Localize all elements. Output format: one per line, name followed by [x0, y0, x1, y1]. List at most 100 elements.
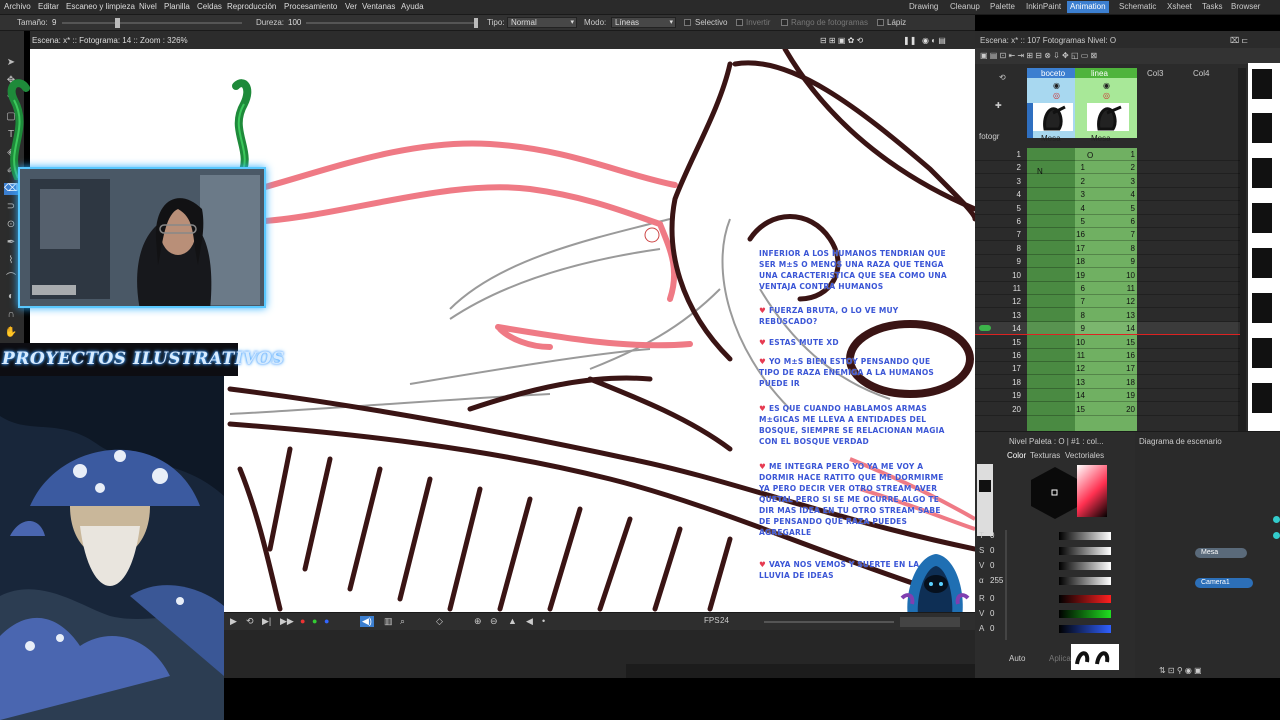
- node-camera[interactable]: Camera1: [1195, 578, 1253, 588]
- menu-editar[interactable]: Editar: [38, 2, 59, 11]
- room-schematic[interactable]: Schematic: [1119, 2, 1156, 11]
- cell-linea[interactable]: 15: [1103, 338, 1135, 347]
- pause-icon[interactable]: ❚❚: [903, 36, 916, 45]
- cell-linea[interactable]: 14: [1103, 324, 1135, 333]
- cell-boceto[interactable]: 1: [1057, 163, 1085, 172]
- viewer-toggle-icons[interactable]: ⊟ ⊞ ▣ ✿ ⟲: [820, 36, 863, 45]
- node-mesa[interactable]: Mesa: [1195, 548, 1247, 558]
- zoom-out-icon[interactable]: ⊖: [490, 616, 498, 627]
- channel-value[interactable]: 0: [990, 624, 994, 633]
- cell-boceto[interactable]: 9: [1057, 324, 1085, 333]
- cell-boceto[interactable]: 12: [1057, 364, 1085, 373]
- cell-boceto[interactable]: 15: [1057, 405, 1085, 414]
- channel-value[interactable]: 0: [990, 546, 994, 555]
- room-tasks[interactable]: Tasks: [1202, 2, 1222, 11]
- cell-boceto[interactable]: 18: [1057, 257, 1085, 266]
- marker-icon[interactable]: ◇: [436, 616, 443, 627]
- hand-icon[interactable]: ✋: [4, 327, 18, 339]
- channel-slider[interactable]: [1059, 547, 1111, 555]
- xsheet-tool-icons[interactable]: ▣ ▤ ⊡ ⇤ ⇥ ⊞ ⊟ ⊗ ⇩ ✥ ◱ ▭ ⊠: [980, 51, 1097, 60]
- color-wheel[interactable]: [1027, 465, 1083, 521]
- cell-boceto[interactable]: 16: [1057, 230, 1085, 239]
- blue-channel-icon[interactable]: ●: [324, 616, 329, 626]
- xsheet-tab-icons[interactable]: ⌧ ⊏: [1230, 36, 1248, 45]
- channel-slider[interactable]: [1059, 625, 1111, 633]
- cell-linea[interactable]: 16: [1103, 351, 1135, 360]
- menu-celdas[interactable]: Celdas: [197, 2, 222, 11]
- add-column-icon[interactable]: ✚: [995, 101, 1002, 110]
- play-icon[interactable]: ▶: [230, 616, 237, 627]
- cell-boceto[interactable]: 3: [1057, 190, 1085, 199]
- xsheet-row[interactable]: 17 12 17: [975, 362, 1240, 376]
- tab-color[interactable]: Color: [1007, 451, 1026, 460]
- zoom-icon[interactable]: ⌕: [400, 616, 405, 627]
- magnet-icon[interactable]: ∩: [4, 309, 18, 321]
- cell-linea[interactable]: 5: [1103, 204, 1135, 213]
- apply-button[interactable]: Aplicar: [1049, 654, 1073, 663]
- last-frame-icon[interactable]: ▶▶: [280, 616, 294, 627]
- xsheet-row[interactable]: 15 10 15: [975, 336, 1240, 349]
- cell-boceto[interactable]: 14: [1057, 391, 1085, 400]
- cell-linea[interactable]: 19: [1103, 391, 1135, 400]
- current-style-swatch[interactable]: [979, 480, 991, 492]
- menu-ver[interactable]: Ver: [345, 2, 357, 11]
- tab-texturas[interactable]: Texturas: [1030, 451, 1060, 460]
- size-slider-handle[interactable]: [115, 18, 120, 28]
- xsheet-row[interactable]: 8 17 8: [975, 242, 1240, 255]
- room-browser[interactable]: Browser: [1231, 2, 1260, 11]
- cell-linea[interactable]: 18: [1103, 378, 1135, 387]
- cell-linea[interactable]: 8: [1103, 244, 1135, 253]
- room-inkinpaint[interactable]: InkinPaint: [1026, 2, 1061, 11]
- pump-icon[interactable]: ◐: [4, 291, 18, 303]
- histogram-icon[interactable]: ▥: [384, 616, 393, 627]
- selective-checkbox[interactable]: [684, 19, 691, 26]
- xsheet-row[interactable]: 11: [975, 148, 1240, 161]
- schematic-tool-icons[interactable]: ⇅ ⊡ ⚲ ◉ ▣: [1159, 666, 1202, 675]
- channel-value[interactable]: 0: [990, 561, 994, 570]
- control-point-icon[interactable]: ⌇: [4, 255, 18, 267]
- rgb-picker-icon[interactable]: ✒: [4, 237, 18, 249]
- xsheet-row[interactable]: 18 13 18: [975, 376, 1240, 389]
- frame-scrubber[interactable]: [900, 617, 960, 627]
- type-select[interactable]: Normal: [507, 17, 577, 28]
- cell-linea[interactable]: 12: [1103, 297, 1135, 306]
- hardness-slider[interactable]: [306, 22, 476, 24]
- frame-range-checkbox[interactable]: [781, 19, 788, 26]
- red-channel-icon[interactable]: ●: [300, 616, 305, 626]
- preview-toggle-icon[interactable]: ◉: [1053, 81, 1060, 90]
- cell-linea[interactable]: 7: [1103, 230, 1135, 239]
- eraser-icon[interactable]: ⌫: [4, 183, 18, 195]
- menu-reproduccion[interactable]: Reproducción: [227, 2, 276, 11]
- channel-slider[interactable]: [1059, 562, 1111, 570]
- xsheet-row[interactable]: 13 8 13: [975, 309, 1240, 322]
- cell-boceto[interactable]: 11: [1057, 351, 1085, 360]
- pencil-checkbox[interactable]: [877, 19, 884, 26]
- xsheet-row[interactable]: 5 4 5: [975, 202, 1240, 215]
- dot-icon[interactable]: •: [542, 616, 545, 626]
- cell-boceto[interactable]: 7: [1057, 297, 1085, 306]
- tab-vectoriales[interactable]: Vectoriales: [1065, 451, 1104, 460]
- cell-boceto[interactable]: 17: [1057, 244, 1085, 253]
- camstand-toggle-icon[interactable]: ◎: [1053, 91, 1060, 100]
- camera-column[interactable]: [1027, 103, 1033, 138]
- preview-toggle-icon[interactable]: ◉: [1103, 81, 1110, 90]
- compare-icon[interactable]: ▲: [508, 616, 517, 626]
- xsheet-row[interactable]: 4 3 4: [975, 188, 1240, 202]
- xsheet-row[interactable]: 16 11 16: [975, 349, 1240, 362]
- menu-ventanas[interactable]: Ventanas: [362, 2, 395, 11]
- menu-planilla[interactable]: Planilla: [164, 2, 190, 11]
- size-slider[interactable]: [62, 22, 242, 24]
- room-palette[interactable]: Palette: [990, 2, 1015, 11]
- channel-slider[interactable]: [1059, 610, 1111, 618]
- channel-slider[interactable]: [1059, 532, 1111, 540]
- camstand-toggle-icon[interactable]: ◎: [1103, 91, 1110, 100]
- onion-skin-icon[interactable]: ⟲: [999, 73, 1006, 82]
- room-drawing[interactable]: Drawing: [909, 2, 938, 11]
- sound-icon[interactable]: ◀): [360, 616, 374, 627]
- cell-linea[interactable]: 1: [1103, 150, 1135, 159]
- current-frame-marker[interactable]: [979, 325, 991, 332]
- xsheet-row[interactable]: 14 9 14: [975, 322, 1240, 336]
- channel-slider[interactable]: [1059, 577, 1111, 585]
- color-square[interactable]: [1077, 465, 1107, 517]
- auto-button[interactable]: Auto: [1009, 654, 1025, 663]
